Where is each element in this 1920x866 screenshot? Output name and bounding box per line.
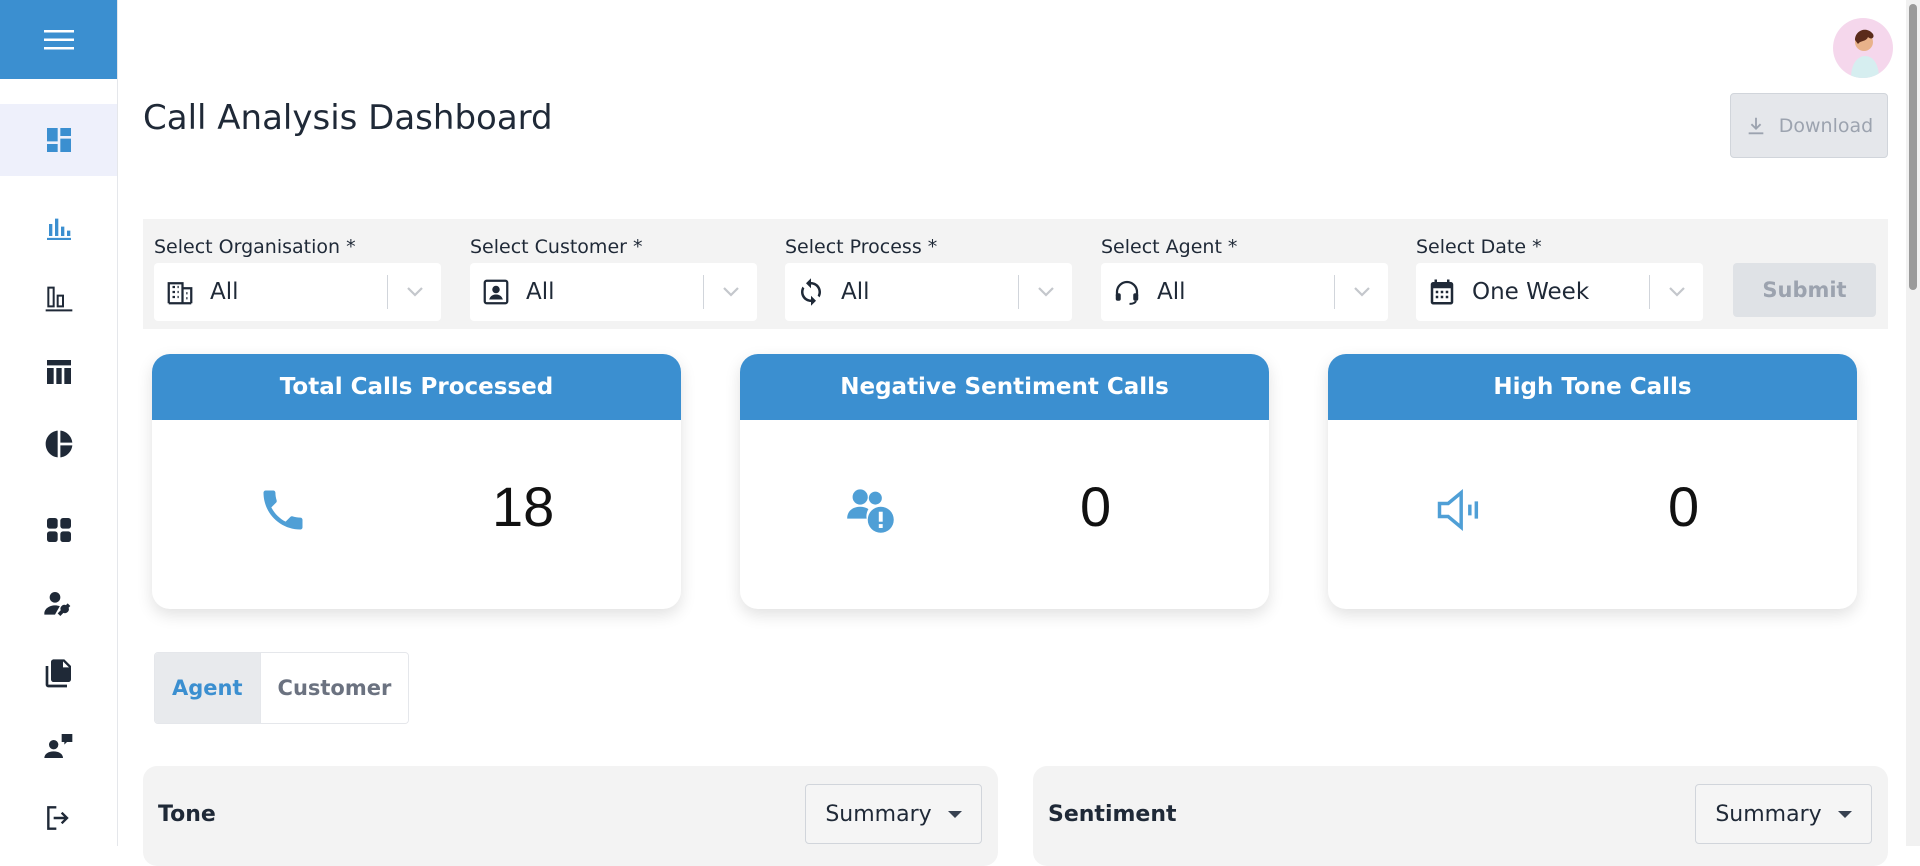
pie-chart-icon: [45, 430, 72, 458]
page-title: Call Analysis Dashboard: [143, 98, 553, 138]
customer-select[interactable]: All: [470, 263, 757, 321]
select-value: All: [526, 279, 555, 305]
caret-down-icon: [1837, 810, 1852, 818]
sidebar-item-logout[interactable]: [0, 782, 117, 854]
panel-title: Tone: [158, 802, 216, 827]
headset-icon: [1111, 276, 1143, 308]
select-value: One Week: [1472, 279, 1590, 305]
download-icon: [1748, 117, 1764, 134]
sidebar-item-chat-users[interactable]: [0, 710, 117, 782]
stat-value: 18: [492, 475, 555, 538]
scrollbar-thumb[interactable]: [1909, 4, 1917, 290]
apps-icon: [46, 518, 71, 542]
filter-label: Select Organisation *: [154, 236, 356, 258]
user-avatar-icon: [1851, 29, 1879, 78]
sidebar-item-bar-chart[interactable]: [0, 192, 117, 264]
stat-value: 0: [1080, 475, 1112, 538]
sidebar-item-table[interactable]: [0, 336, 117, 408]
sidebar: [0, 0, 118, 846]
download-button[interactable]: Download: [1730, 93, 1888, 158]
filter-date: Select Date * One Week: [1416, 233, 1703, 321]
stat-value: 0: [1668, 475, 1700, 538]
stat-card-high-tone: High Tone Calls 0: [1328, 354, 1857, 609]
speaker-icon: [1437, 488, 1479, 532]
chevron-down-icon[interactable]: [1019, 286, 1072, 298]
sidebar-item-user-settings[interactable]: [0, 568, 117, 640]
date-select[interactable]: One Week: [1416, 263, 1703, 321]
hamburger-icon: [43, 29, 74, 49]
stat-card-title: Negative Sentiment Calls: [740, 354, 1269, 420]
select-value: All: [1157, 279, 1186, 305]
download-label: Download: [1778, 114, 1874, 137]
stat-card-total-calls: Total Calls Processed 18: [152, 354, 681, 609]
table-icon: [46, 360, 71, 384]
submit-button[interactable]: Submit: [1733, 263, 1876, 317]
filter-label: Select Process *: [785, 236, 938, 258]
filter-label: Select Date *: [1416, 236, 1542, 258]
calendar-icon: [1426, 276, 1458, 308]
sidebar-item-dashboard[interactable]: [0, 104, 117, 176]
sidebar-item-documents[interactable]: [0, 638, 117, 710]
chevron-down-icon[interactable]: [1335, 286, 1388, 298]
sidebar-item-apps[interactable]: [0, 494, 117, 566]
tone-summary-dropdown[interactable]: Summary: [805, 784, 982, 844]
phone-icon: [263, 490, 303, 530]
stat-card-title: Total Calls Processed: [152, 354, 681, 420]
select-value: All: [841, 279, 870, 305]
stat-card-title: High Tone Calls: [1328, 354, 1857, 420]
organisation-select[interactable]: All: [154, 263, 441, 321]
logout-icon: [46, 806, 69, 830]
user-settings-icon: [43, 592, 70, 616]
bar-chart-icon: [46, 218, 71, 240]
menu-toggle-button[interactable]: [0, 0, 117, 79]
filter-organisation: Select Organisation * All: [154, 233, 441, 321]
sentiment-summary-dropdown[interactable]: Summary: [1695, 784, 1872, 844]
avatar[interactable]: [1833, 18, 1893, 78]
dropdown-label: Summary: [1715, 801, 1822, 827]
tone-panel: Tone Summary: [143, 766, 998, 866]
documents-icon: [45, 659, 71, 688]
filter-agent: Select Agent * All: [1101, 233, 1388, 321]
column-chart-icon: [45, 286, 72, 312]
filter-process: Select Process * All: [785, 233, 1072, 321]
chevron-down-icon[interactable]: [388, 286, 441, 298]
tab-customer[interactable]: Customer: [260, 653, 409, 723]
stat-card-negative-sentiment: Negative Sentiment Calls 0: [740, 354, 1269, 609]
chat-users-icon: [43, 734, 72, 758]
tab-agent[interactable]: Agent: [155, 653, 261, 723]
process-select[interactable]: All: [785, 263, 1072, 321]
scrollbar[interactable]: [1906, 0, 1920, 846]
select-value: All: [210, 279, 239, 305]
sync-icon: [795, 276, 827, 308]
caret-down-icon: [947, 810, 962, 818]
chevron-down-icon[interactable]: [1650, 286, 1703, 298]
dashboard-icon: [46, 128, 71, 152]
sentiment-panel: Sentiment Summary: [1033, 766, 1888, 866]
dropdown-label: Summary: [825, 801, 932, 827]
chevron-down-icon[interactable]: [704, 286, 757, 298]
panel-title: Sentiment: [1048, 802, 1177, 827]
users-alert-icon: [847, 489, 894, 533]
contact-card-icon: [480, 276, 512, 308]
building-icon: [164, 276, 196, 308]
sidebar-item-column-chart[interactable]: [0, 263, 117, 335]
tab-group: Agent Customer: [154, 652, 410, 724]
filter-customer: Select Customer * All: [470, 233, 757, 321]
filter-label: Select Customer *: [470, 236, 643, 258]
sidebar-item-pie-chart[interactable]: [0, 408, 117, 480]
main-content: Call Analysis Dashboard Download Select …: [118, 0, 1920, 866]
agent-select[interactable]: All: [1101, 263, 1388, 321]
filter-bar: Select Organisation * All Select Custome…: [143, 219, 1888, 329]
filter-label: Select Agent *: [1101, 236, 1238, 258]
